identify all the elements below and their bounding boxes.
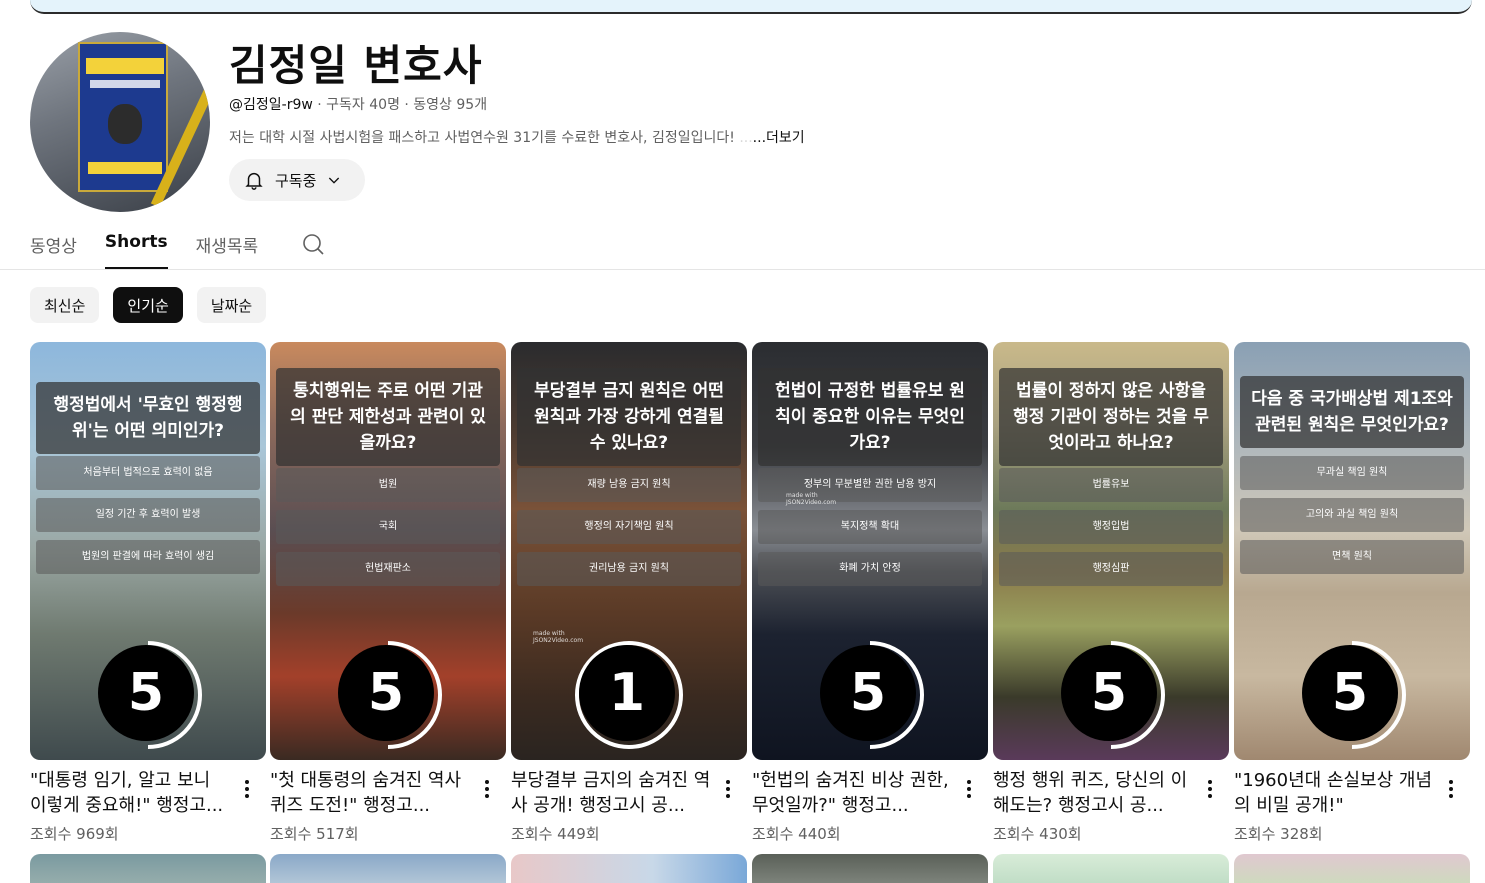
view-count: 조회수 430회 [993, 825, 1082, 843]
short-thumbnail[interactable]: 다음 중 국가배상법 제1조와 관련된 원칙은 무엇인가요? 무과실 책임 원칙… [1234, 342, 1470, 760]
tab-playlists[interactable]: 재생목록 [196, 226, 259, 270]
quiz-option: 고의와 과실 책임 원칙 [1240, 498, 1464, 532]
short-title[interactable]: "첫 대통령의 숨겨진 역사 퀴즈 도전!" 행정고... [270, 768, 470, 818]
more-vert-icon[interactable] [480, 778, 494, 802]
bell-icon [245, 172, 263, 190]
tabs-divider [0, 269, 1485, 270]
quiz-option: 법률유보 [999, 468, 1223, 502]
tab-videos[interactable]: 동영상 [30, 226, 77, 270]
chip-latest[interactable]: 최신순 [30, 287, 100, 323]
channel-description[interactable]: 저는 대학 시절 사법시험을 패스하고 사법연수원 31기를 수료한 변호사, … [229, 127, 929, 147]
channel-stats: · 구독자 40명 · 동영상 95개 [312, 97, 488, 113]
quiz-question: 통치행위는 주로 어떤 기관의 판단 제한성과 관련이 있을까요? [276, 368, 500, 466]
countdown-timer: 5 [338, 641, 446, 753]
quiz-option: 행정심판 [999, 552, 1223, 586]
quiz-option: 처음부터 법적으로 효력이 없음 [36, 456, 260, 490]
quiz-option: 법원 [276, 468, 500, 502]
quiz-option: 행정의 자기책임 원칙 [517, 510, 741, 544]
quiz-question: 헌법이 규정한 법률유보 원칙이 중요한 이유는 무엇인가요? [758, 368, 982, 466]
quiz-option: 복지정책 확대 [758, 510, 982, 544]
short-thumbnail[interactable]: 행정법에서 '무효인 행정행위'는 어떤 의미인가? 처음부터 법적으로 효력이… [30, 342, 266, 760]
more-vert-icon[interactable] [240, 778, 254, 802]
short-thumbnail[interactable] [30, 854, 266, 883]
subscribe-label: 구독중 [275, 171, 317, 190]
quiz-option: 권리남용 금지 원칙 [517, 552, 741, 586]
short-thumbnail[interactable] [270, 854, 506, 883]
top-banner [30, 0, 1472, 14]
short-thumbnail[interactable]: 헌법이 규정한 법률유보 원칙이 중요한 이유는 무엇인가요? 정부의 무분별한… [752, 342, 988, 760]
short-card: 통치행위는 주로 어떤 기관의 판단 제한성과 관련이 있을까요? 법원 국회 … [270, 342, 506, 843]
countdown-timer: 5 [1302, 641, 1410, 753]
short-thumbnail[interactable] [993, 854, 1229, 883]
quiz-option: 국회 [276, 510, 500, 544]
chevron-down-icon [329, 177, 340, 184]
channel-handle: @김정일-r9w [229, 97, 313, 113]
short-title[interactable]: "헌법의 숨겨진 비상 권한, 무엇일까?" 행정고... [752, 768, 952, 818]
sort-chips: 최신순 인기순 날짜순 [30, 287, 267, 323]
countdown-timer: 1 [575, 641, 687, 753]
short-thumbnail[interactable] [511, 854, 747, 883]
quiz-option: 일정 기간 후 효력이 발생 [36, 498, 260, 532]
short-title[interactable]: "1960년대 손실보상 개념의 비밀 공개!" [1234, 768, 1434, 818]
more-vert-icon[interactable] [1203, 778, 1217, 802]
countdown-timer: 5 [820, 641, 928, 753]
more-vert-icon[interactable] [1444, 778, 1458, 802]
short-thumbnail[interactable] [1234, 854, 1470, 883]
tab-shorts[interactable]: Shorts [104, 226, 168, 270]
quiz-question: 법률이 정하지 않은 사항을 행정 기관이 정하는 것을 무엇이라고 하나요? [999, 368, 1223, 466]
quiz-option: 법원의 판결에 따라 효력이 생김 [36, 540, 260, 574]
more-link[interactable]: ...더보기 [753, 130, 805, 146]
countdown-timer: 5 [1061, 641, 1169, 753]
view-count: 조회수 969회 [30, 825, 119, 843]
quiz-option: 헌법재판소 [276, 552, 500, 586]
chip-oldest[interactable]: 날짜순 [196, 287, 267, 323]
short-card: 부당결부 금지 원칙은 어떤 원칙과 가장 강하게 연결될 수 있나요? 재량 … [511, 342, 747, 843]
quiz-option: 무과실 책임 원칙 [1240, 456, 1464, 490]
watermark-text: made with JSON2Video.com [786, 492, 837, 506]
short-title[interactable]: 행정 행위 퀴즈, 당신의 이해도는? 행정고시 공... [993, 768, 1193, 818]
quiz-question: 부당결부 금지 원칙은 어떤 원칙과 가장 강하게 연결될 수 있나요? [517, 368, 741, 466]
subscribed-button[interactable]: 구독중 [229, 159, 365, 201]
chip-popular[interactable]: 인기순 [113, 287, 183, 323]
quiz-option: 면책 원칙 [1240, 540, 1464, 574]
short-thumbnail[interactable]: 법률이 정하지 않은 사항을 행정 기관이 정하는 것을 무엇이라고 하나요? … [993, 342, 1229, 760]
view-count: 조회수 449회 [511, 825, 600, 843]
short-card: 법률이 정하지 않은 사항을 행정 기관이 정하는 것을 무엇이라고 하나요? … [993, 342, 1229, 843]
more-vert-icon[interactable] [962, 778, 976, 802]
channel-tabs: 동영상 Shorts 재생목록 [30, 226, 324, 270]
short-title[interactable]: 부당결부 금지의 숨겨진 역사 공개! 행정고시 공... [511, 768, 711, 818]
more-vert-icon[interactable] [721, 778, 735, 802]
avatar-poster-image [78, 42, 168, 192]
view-count: 조회수 517회 [270, 825, 359, 843]
view-count: 조회수 328회 [1234, 825, 1323, 843]
quiz-option: 화폐 가치 안정 [758, 552, 982, 586]
countdown-timer: 5 [98, 641, 206, 753]
short-card: 다음 중 국가배상법 제1조와 관련된 원칙은 무엇인가요? 무과실 책임 원칙… [1234, 342, 1470, 843]
channel-meta: @김정일-r9w · 구독자 40명 · 동영상 95개 [229, 94, 487, 114]
short-title[interactable]: "대통령 임기, 알고 보니 이렇게 중요해!" 행정고... [30, 768, 230, 818]
short-card: 행정법에서 '무효인 행정행위'는 어떤 의미인가? 처음부터 법적으로 효력이… [30, 342, 266, 843]
view-count: 조회수 440회 [752, 825, 841, 843]
short-card: 헌법이 규정한 법률유보 원칙이 중요한 이유는 무엇인가요? 정부의 무분별한… [752, 342, 988, 843]
channel-avatar[interactable] [30, 32, 210, 212]
quiz-question: 행정법에서 '무효인 행정행위'는 어떤 의미인가? [36, 382, 260, 454]
quiz-question: 다음 중 국가배상법 제1조와 관련된 원칙은 무엇인가요? [1240, 376, 1464, 448]
channel-name: 김정일 변호사 [229, 41, 483, 90]
search-icon[interactable] [301, 232, 325, 260]
quiz-option: 재량 남용 금지 원칙 [517, 468, 741, 502]
short-thumbnail[interactable] [752, 854, 988, 883]
short-thumbnail[interactable]: 부당결부 금지 원칙은 어떤 원칙과 가장 강하게 연결될 수 있나요? 재량 … [511, 342, 747, 760]
quiz-option: 행정입법 [999, 510, 1223, 544]
short-thumbnail[interactable]: 통치행위는 주로 어떤 기관의 판단 제한성과 관련이 있을까요? 법원 국회 … [270, 342, 506, 760]
